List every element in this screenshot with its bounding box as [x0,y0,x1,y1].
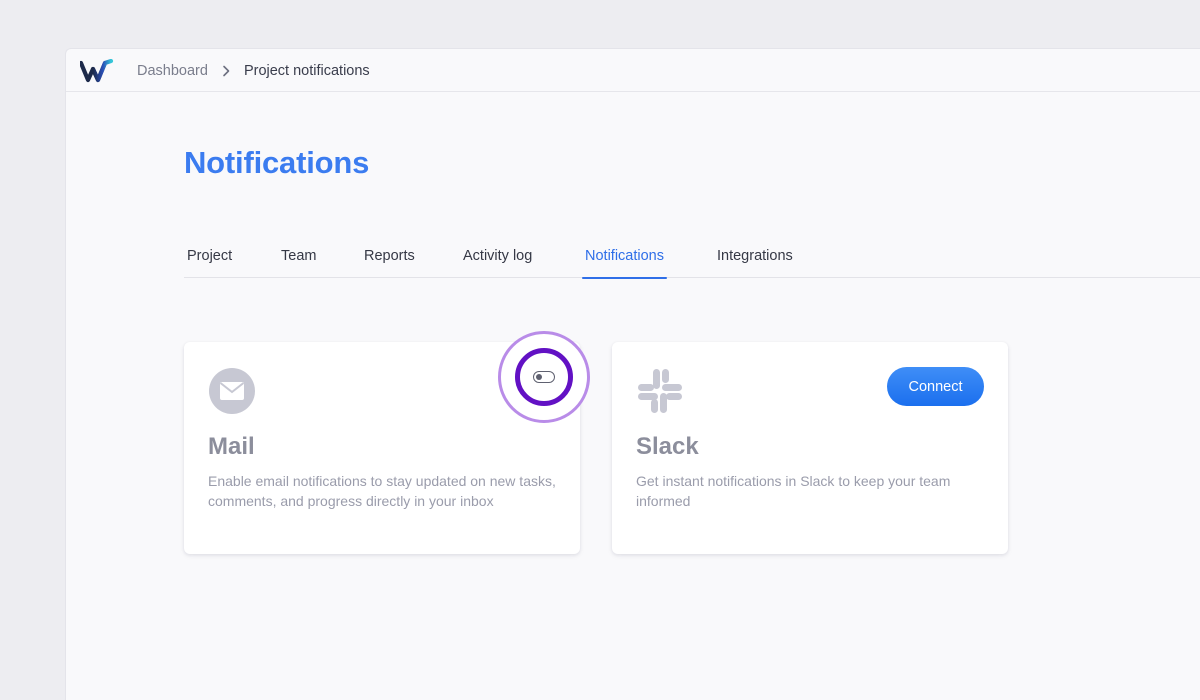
mail-description: Enable email notifications to stay updat… [208,473,556,509]
breadcrumb: Dashboard Project notifications [137,49,370,92]
tab-project[interactable]: Project [187,238,232,278]
tab-reports[interactable]: Reports [364,238,415,278]
tab-integrations[interactable]: Integrations [717,238,793,278]
tab-notifications[interactable]: Notifications [582,238,667,279]
slack-title: Slack [636,433,699,460]
mail-title: Mail [208,433,255,460]
slack-connect-button[interactable]: Connect [887,367,984,406]
slack-card: Connect Slack Get instant notifications … [612,342,1008,554]
chevron-right-icon [222,65,230,77]
app-window: Dashboard Project notifications Notifica… [65,48,1200,700]
tab-team[interactable]: Team [281,238,316,278]
breadcrumb-dashboard-link[interactable]: Dashboard [137,63,208,79]
slack-description: Get instant notifications in Slack to ke… [636,473,951,509]
tab-bar: Project Team Reports Activity log Notifi… [184,238,1200,279]
brand-logo-icon[interactable] [80,59,114,83]
page-title: Notifications [184,145,370,180]
toggle-knob [536,373,542,380]
mail-notifications-toggle[interactable] [533,371,555,383]
toggle-highlight-ring [515,348,573,406]
tab-activity-log[interactable]: Activity log [463,238,532,278]
slack-icon [638,369,682,413]
top-bar: Dashboard Project notifications [66,49,1200,92]
breadcrumb-current: Project notifications [243,62,370,79]
mail-card: Mail Enable email notifications to stay … [184,331,590,554]
mail-icon [209,368,255,414]
toggle-highlight-halo [498,331,590,423]
